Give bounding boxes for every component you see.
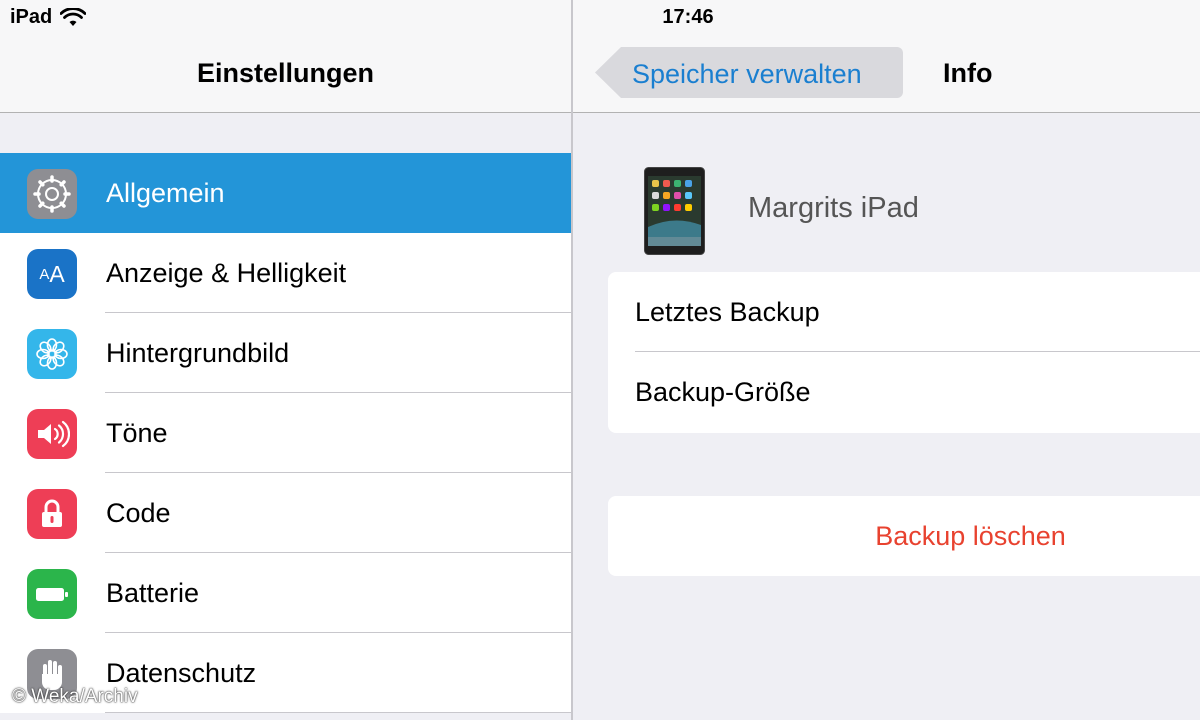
sidebar-item-label: Code (106, 497, 171, 528)
delete-backup-button[interactable]: Backup löschen (608, 496, 1200, 576)
display-brightness-icon: AA (27, 249, 77, 299)
sidebar-item-label: Allgemein (106, 177, 225, 208)
sidebar-item-hintergrundbild[interactable]: Hintergrundbild (0, 313, 571, 393)
status-bar-left: iPad (10, 6, 87, 29)
device-label: iPad (10, 6, 53, 28)
sidebar-item-toene[interactable]: Töne (0, 393, 571, 473)
list-item-last-backup: Letztes Backup (608, 272, 1200, 352)
gear-icon (27, 169, 77, 219)
ipad-device-icon (644, 167, 705, 255)
settings-detail-pane: 17:46 Speicher verwalten Info Margrits i… (573, 0, 1200, 720)
sidebar-item-anzeige-helligkeit[interactable]: AA Anzeige & Helligkeit (0, 233, 571, 313)
sidebar-item-label: Anzeige & Helligkeit (106, 257, 347, 288)
sidebar-item-label: Hintergrundbild (106, 337, 290, 368)
list-item-backup-size: Backup-Größe (608, 352, 1200, 432)
sidebar-item-label: Batterie (106, 577, 200, 608)
wifi-icon (60, 7, 87, 26)
detail-nav-bar: 17:46 Speicher verwalten Info (573, 0, 1200, 113)
row-label: Letztes Backup (635, 296, 820, 327)
settings-list: Allgemein AA Anzeige & Helligkeit Hinter… (0, 153, 571, 713)
sidebar-item-batterie[interactable]: Batterie (0, 553, 571, 633)
backup-info-group: Letztes Backup Backup-Größe (608, 272, 1200, 433)
sidebar-item-code[interactable]: Code (0, 473, 571, 553)
page-title: Einstellungen (196, 58, 375, 88)
row-label: Backup-Größe (635, 376, 811, 407)
detail-title: Info (943, 58, 993, 88)
battery-icon (27, 569, 77, 619)
sidebar-item-allgemein[interactable]: Allgemein (0, 153, 571, 233)
speaker-icon (27, 409, 77, 459)
back-button[interactable]: Speicher verwalten (595, 47, 903, 98)
device-name: Margrits iPad (748, 192, 919, 224)
status-bar-time: 17:46 (662, 6, 714, 28)
settings-master-pane: iPad Einstellungen Allgemein A A Anzeige… (0, 0, 571, 720)
master-nav-bar: iPad Einstellungen (0, 0, 571, 113)
wallpaper-flower-icon (27, 329, 77, 379)
settings-screen: iPad Einstellungen Allgemein A A Anzeige… (0, 0, 1200, 720)
back-button-label: Speicher verwalten (632, 59, 862, 89)
lock-icon (27, 489, 77, 539)
row-separator (105, 711, 571, 713)
sidebar-item-label: Töne (106, 417, 168, 448)
delete-backup-label: Backup löschen (875, 520, 1066, 551)
sidebar-item-label: Datenschutz (106, 657, 257, 688)
delete-backup-group: Backup löschen (608, 496, 1200, 576)
copyright-watermark: © Weka/Archiv (12, 686, 138, 707)
